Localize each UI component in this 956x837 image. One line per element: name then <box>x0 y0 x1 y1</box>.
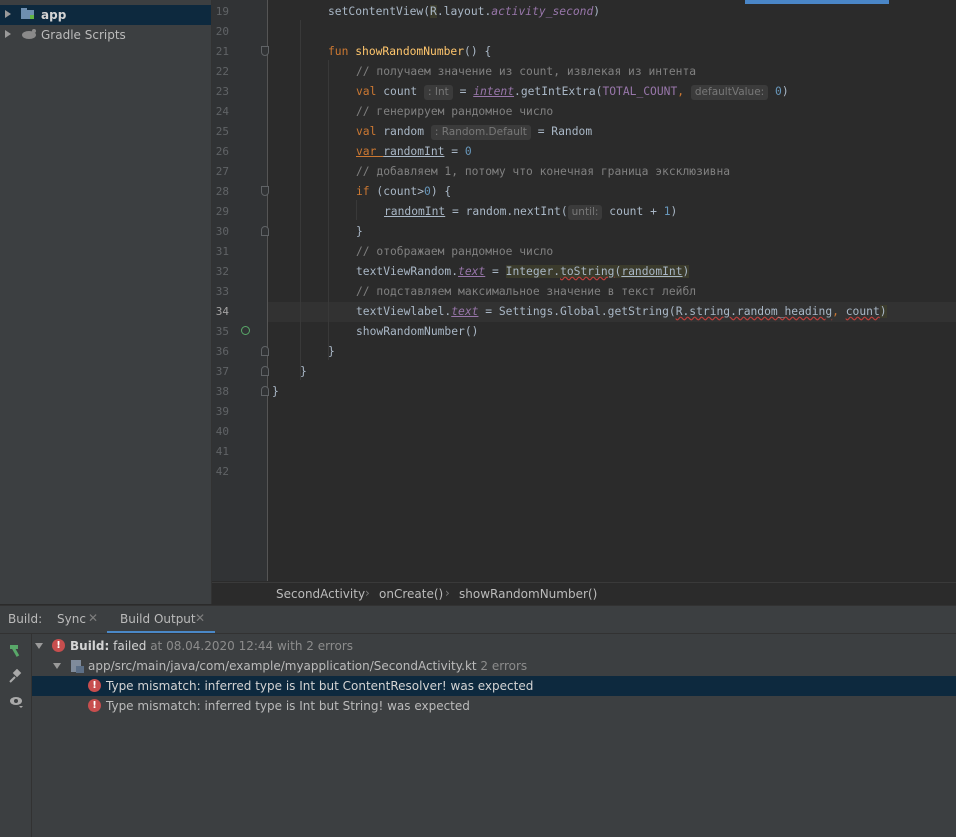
build-toolbar <box>0 634 32 837</box>
tab-sync[interactable]: Sync <box>57 612 86 626</box>
code-line-32: textViewRandom.text = Integer.toString(r… <box>356 265 690 278</box>
collapse-arrow-icon[interactable] <box>53 663 61 669</box>
error-icon: ! <box>88 699 101 712</box>
code-line-33: // подставляем максимальное значение в т… <box>356 285 697 298</box>
tree-item-label: app <box>41 8 67 22</box>
code-editor[interactable]: 19 20 21 22 23 24 25 26 27 28 29 30 31 32 33 34 35 36 37 38… <box>212 0 956 581</box>
kotlin-file-icon <box>71 659 85 676</box>
collapse-arrow-icon[interactable] <box>35 643 43 649</box>
error-icon: ! <box>88 679 101 692</box>
code-line-28: if (count>0) { <box>356 185 452 198</box>
code-line-21: fun showRandomNumber() { <box>328 45 492 58</box>
param-hint: until: <box>567 205 603 220</box>
param-hint: defaultValue: <box>690 85 769 100</box>
error-icon: ! <box>52 639 65 652</box>
code-line-31: // отображаем рандомное число <box>356 245 554 258</box>
type-hint: : Random.Default <box>430 125 531 140</box>
tree-item-gradle-scripts[interactable]: Gradle Scripts <box>0 25 211 45</box>
code-line-24: // генерируем рандомное число <box>356 105 554 118</box>
build-error-row[interactable]: ! Type mismatch: inferred type is Int bu… <box>32 696 956 716</box>
code-line-29: randomInt = random.nextInt(until: count … <box>384 205 678 220</box>
code-line-19: setContentView(R.layout.activity_second) <box>328 5 601 18</box>
code-line-22: // получаем значение из count, извлекая … <box>356 65 697 78</box>
active-tab-indicator <box>107 631 215 633</box>
breadcrumb-item[interactable]: SecondActivity <box>276 587 365 601</box>
close-icon[interactable]: ✕ <box>88 611 98 625</box>
tab-build-output[interactable]: Build Output <box>120 612 196 626</box>
chevron-right-icon: › <box>445 586 450 600</box>
expand-arrow-icon[interactable] <box>5 30 11 38</box>
expand-arrow-icon[interactable] <box>5 10 11 18</box>
code-line-38: } <box>272 385 279 398</box>
code-line-34: textViewlabel.text = Settings.Global.get… <box>356 305 887 318</box>
code-line-26: var randomInt = 0 <box>356 145 472 158</box>
code-area[interactable]: setContentView(R.layout.activity_second)… <box>212 0 956 581</box>
code-line-36: } <box>328 345 335 358</box>
build-label: Build: <box>8 612 43 626</box>
module-folder-icon <box>21 8 35 20</box>
close-icon[interactable]: ✕ <box>195 611 205 625</box>
code-line-25: val random : Random.Default = Random <box>356 125 593 140</box>
chevron-right-icon: › <box>365 586 370 600</box>
breadcrumb-item[interactable]: showRandomNumber() <box>459 587 597 601</box>
code-line-27: // добавляем 1, потому что конечная гран… <box>356 165 731 178</box>
code-line-30: } <box>356 225 363 238</box>
build-file-row[interactable]: app/src/main/java/com/example/myapplicat… <box>32 656 956 676</box>
code-line-35: showRandomNumber() <box>356 325 479 338</box>
build-summary-row[interactable]: ! Build: failed at 08.04.2020 12:44 with… <box>32 636 956 656</box>
eye-icon[interactable] <box>9 694 23 708</box>
breadcrumb: SecondActivity › onCreate() › showRandom… <box>212 582 956 605</box>
build-output-tree[interactable]: ! Build: failed at 08.04.2020 12:44 with… <box>32 634 956 837</box>
build-tab-bar: Build: Sync ✕ Build Output ✕ <box>0 606 956 634</box>
project-sidebar: app Gradle Scripts <box>0 0 212 604</box>
tree-item-app[interactable]: app <box>0 5 211 25</box>
gradle-icon <box>21 28 36 40</box>
build-tool-window: Build: Sync ✕ Build Output ✕ ! Build: fa… <box>0 605 956 837</box>
type-hint: : Int <box>424 85 453 100</box>
tree-item-label: Gradle Scripts <box>41 28 126 42</box>
breadcrumb-item[interactable]: onCreate() <box>379 587 443 601</box>
code-line-23: val count : Int = intent.getIntExtra(TOT… <box>356 85 789 100</box>
code-line-37: } <box>300 365 307 378</box>
pin-icon[interactable] <box>9 668 23 683</box>
build-error-row[interactable]: ! Type mismatch: inferred type is Int bu… <box>32 676 956 696</box>
hammer-icon[interactable] <box>9 642 23 657</box>
